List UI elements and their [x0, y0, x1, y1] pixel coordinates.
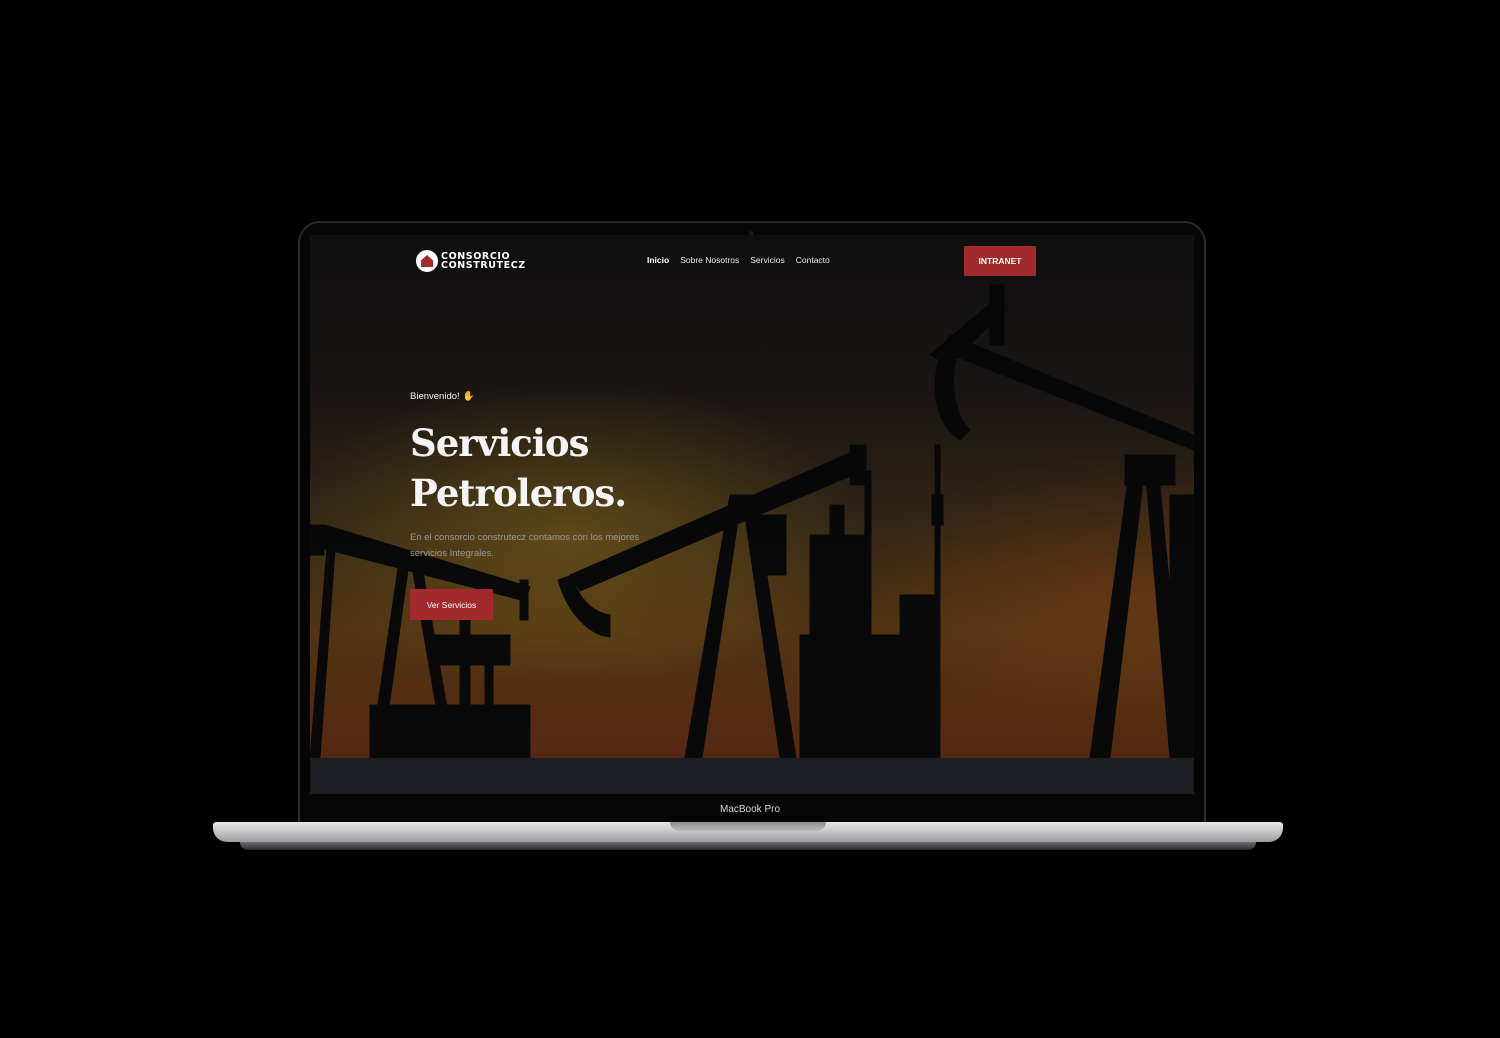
headline-line-1: Servicios — [410, 421, 589, 465]
headline-line-2: Petroleros. — [410, 471, 627, 515]
welcome-label: Bienvenido! — [410, 391, 460, 402]
main-nav: Inicio Sobre Nosotros Servicios Contacto — [647, 255, 841, 265]
nav-item-servicios[interactable]: Servicios — [750, 255, 784, 265]
next-section-band — [310, 758, 1194, 794]
nav-item-inicio[interactable]: Inicio — [647, 255, 669, 265]
mockup-stage: CONSORCIO CONSTRUTECZ Inicio Sobre Nosot… — [0, 0, 1500, 1038]
nav-item-contacto[interactable]: Contacto — [796, 255, 830, 265]
site-logo[interactable]: CONSORCIO CONSTRUTECZ — [416, 248, 526, 274]
laptop-base-foot — [240, 842, 1256, 850]
intranet-button[interactable]: INTRANET — [964, 246, 1036, 276]
hero-headline: Servicios Petroleros. — [410, 418, 627, 518]
nav-item-sobre-nosotros[interactable]: Sobre Nosotros — [680, 255, 739, 265]
ver-servicios-button[interactable]: Ver Servicios — [410, 589, 493, 620]
device-brand-label: MacBook Pro — [719, 804, 781, 815]
hero-section: CONSORCIO CONSTRUTECZ Inicio Sobre Nosot… — [310, 235, 1194, 758]
hero-description: En el consorcio construtecz contamos con… — [410, 532, 640, 559]
laptop-screen: CONSORCIO CONSTRUTECZ Inicio Sobre Nosot… — [310, 235, 1194, 794]
welcome-text: Bienvenido! ✋ — [410, 391, 475, 402]
logo-text: CONSORCIO CONSTRUTECZ — [441, 252, 526, 271]
logo-line-2: CONSTRUTECZ — [441, 260, 526, 271]
laptop-opening-notch — [670, 822, 826, 831]
logo-house-icon — [416, 250, 438, 272]
waving-hand-icon: ✋ — [462, 391, 475, 402]
